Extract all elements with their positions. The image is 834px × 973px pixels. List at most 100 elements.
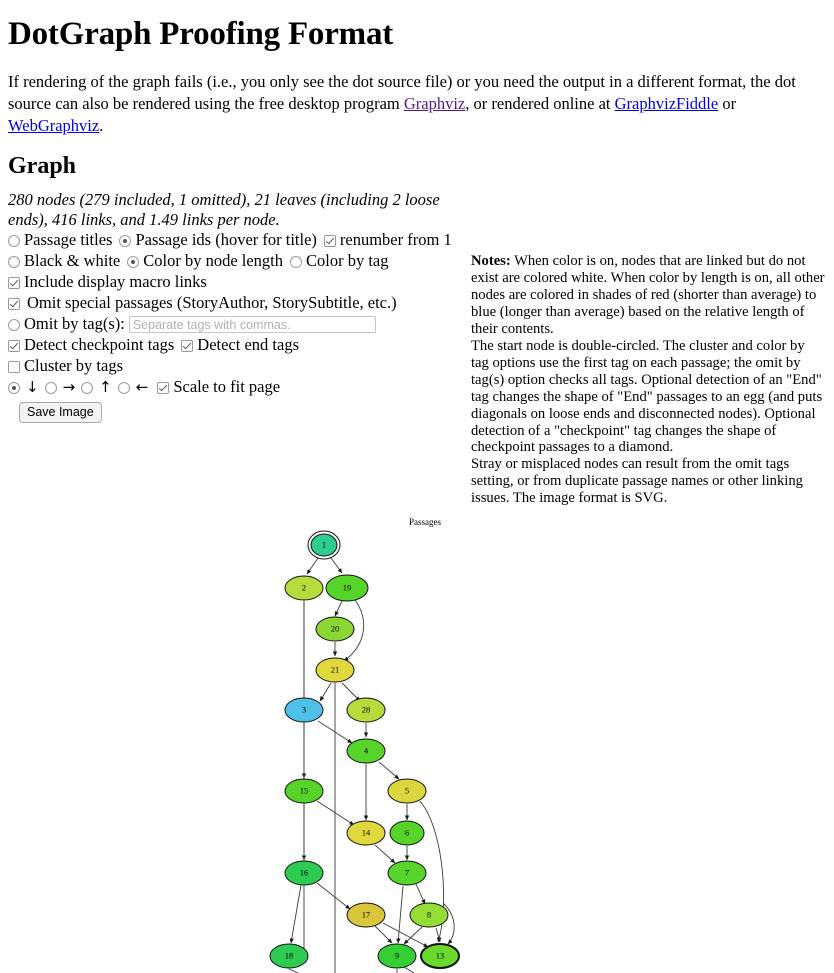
graph-node-label: 21 xyxy=(331,665,340,675)
intro-paragraph: If rendering of the graph fails (i.e., y… xyxy=(8,71,826,137)
arrow-left-icon: ← xyxy=(135,378,149,397)
graph-node[interactable]: 8 xyxy=(409,902,449,928)
color-mode-row: Black & white Color by node length Color… xyxy=(8,251,463,272)
graph-edge xyxy=(396,886,404,944)
scale-to-fit-checkbox[interactable] xyxy=(157,381,170,394)
passage-titles-label[interactable]: Passage titles xyxy=(24,230,112,250)
graph-edge xyxy=(330,557,343,574)
graph-edge xyxy=(378,761,400,780)
graph-node[interactable]: 4 xyxy=(346,738,386,764)
cluster-by-tags-row: Cluster by tags xyxy=(8,356,463,377)
omit-by-tags-radio[interactable] xyxy=(8,318,20,331)
graph-node[interactable]: 5 xyxy=(387,778,427,804)
include-macro-links-checkbox[interactable] xyxy=(8,276,20,289)
direction-up-radio[interactable] xyxy=(81,381,94,394)
graph-node-label: 5 xyxy=(405,786,409,796)
renumber-checkbox[interactable] xyxy=(323,234,336,247)
graph-edge xyxy=(289,885,302,944)
graph-node-label: 6 xyxy=(405,828,409,838)
graph-node[interactable]: 16 xyxy=(284,860,324,886)
graph-node[interactable]: 15 xyxy=(284,778,324,804)
notes-paragraph-1: Notes: When color is on, nodes that are … xyxy=(471,253,826,338)
detect-checkpoint-tags-checkbox[interactable] xyxy=(8,339,20,352)
detect-tags-row: Detect checkpoint tags Detect end tags xyxy=(8,335,463,356)
graph-node[interactable]: 21 xyxy=(315,657,355,683)
graph-node[interactable]: 1 xyxy=(307,530,341,560)
graphvizfiddle-link[interactable]: GraphvizFiddle xyxy=(615,94,719,113)
arrow-right-icon: → xyxy=(62,378,76,397)
color-by-node-length-radio[interactable] xyxy=(127,255,140,268)
passage-titles-radio[interactable] xyxy=(8,234,20,247)
black-white-label[interactable]: Black & white xyxy=(24,251,120,271)
omit-tags-input[interactable] xyxy=(128,316,376,334)
graph-edge xyxy=(319,682,332,702)
cluster-by-tags-checkbox[interactable] xyxy=(8,360,20,373)
graph-node-label: 14 xyxy=(362,828,371,838)
webgraphviz-link[interactable]: WebGraphviz xyxy=(8,116,99,135)
label-mode-row: Passage titles Passage ids (hover for ti… xyxy=(8,230,463,251)
color-by-tag-label[interactable]: Color by tag xyxy=(306,251,389,271)
direction-down-radio[interactable] xyxy=(8,381,20,394)
include-macro-row: Include display macro links xyxy=(8,272,463,293)
passage-ids-label[interactable]: Passage ids (hover for title) xyxy=(135,230,316,250)
graph-node-label: 20 xyxy=(331,624,340,634)
graph-node-label: 7 xyxy=(405,868,409,878)
graph-title-label: Passages xyxy=(409,517,441,527)
omit-special-passages-label[interactable]: Omit special passages (StoryAuthor, Stor… xyxy=(27,293,397,313)
graph-node-label: 9 xyxy=(395,951,399,961)
graph-node-label: 2 xyxy=(302,583,306,593)
graph-node[interactable]: 2 xyxy=(284,575,324,601)
direction-left-radio[interactable] xyxy=(117,381,130,394)
color-by-tag-radio[interactable] xyxy=(290,255,303,268)
intro-text-mid: , or rendered online at xyxy=(465,94,615,114)
graph-node[interactable]: 3 xyxy=(284,697,324,723)
graph-node[interactable]: 13 xyxy=(420,943,460,970)
controls-and-notes: 280 nodes (279 included, 1 omitted), 21 … xyxy=(8,190,826,507)
graph-edge xyxy=(403,966,415,973)
graph-node[interactable]: 20 xyxy=(315,616,355,642)
graph-node-label: 17 xyxy=(362,910,371,920)
notes-paragraph-2: The start node is double-circled. The cl… xyxy=(471,337,823,456)
omit-special-passages-checkbox[interactable] xyxy=(8,297,20,310)
graph-node[interactable]: 18 xyxy=(269,943,309,969)
graph-edge xyxy=(374,844,396,864)
color-by-node-length-label[interactable]: Color by node length xyxy=(143,251,283,271)
save-image-button[interactable]: Save Image xyxy=(19,402,102,424)
passage-ids-radio[interactable] xyxy=(119,234,132,247)
graph-edge xyxy=(374,925,393,944)
notes-text-1: When color is on, nodes that are linked … xyxy=(471,253,825,338)
graph-node-label: 1 xyxy=(322,540,326,550)
detect-end-tags-label[interactable]: Detect end tags xyxy=(197,335,299,355)
graphviz-link[interactable]: Graphviz xyxy=(404,94,465,113)
intro-text-end: . xyxy=(99,116,104,136)
omit-special-row: Omit special passages (StoryAuthor, Stor… xyxy=(8,293,463,314)
graph-edge xyxy=(341,682,361,702)
graph-node[interactable]: 9 xyxy=(377,943,417,969)
graph-node-label: 16 xyxy=(300,868,309,878)
arrow-up-icon: ↑ xyxy=(99,378,112,397)
omit-by-tags-label[interactable]: Omit by tag(s): xyxy=(24,314,125,334)
scale-to-fit-label[interactable]: Scale to fit page xyxy=(173,377,280,397)
graph-node[interactable]: 7 xyxy=(387,860,427,886)
direction-right-radio[interactable] xyxy=(44,381,57,394)
passages-graph-svg[interactable]: 1 2 19 20 21 3 28 4 15 5 14 6 16 7 17 8 18 9 13 Passages xyxy=(8,513,834,973)
intro-text-or: or xyxy=(718,94,737,114)
detect-end-tags-checkbox[interactable] xyxy=(181,339,194,352)
graph-node[interactable]: 14 xyxy=(346,820,386,846)
graph-edge xyxy=(316,882,351,910)
graph-node[interactable]: 19 xyxy=(325,574,369,602)
renumber-label[interactable]: renumber from 1 xyxy=(340,230,452,250)
graph-edge xyxy=(288,968,299,973)
graph-node[interactable]: 28 xyxy=(346,697,386,723)
graph-node[interactable]: 6 xyxy=(389,820,425,846)
graph-node-label: 8 xyxy=(427,910,431,920)
black-white-radio[interactable] xyxy=(8,255,20,268)
include-macro-links-label[interactable]: Include display macro links xyxy=(24,272,207,292)
cluster-by-tags-label[interactable]: Cluster by tags xyxy=(24,356,123,376)
direction-row: ↓ → ↑ ← Scale to fit page xyxy=(8,377,463,398)
omit-by-tags-row: Omit by tag(s): xyxy=(8,314,463,335)
graph-node[interactable]: 17 xyxy=(346,902,386,928)
graph-edge xyxy=(334,600,343,617)
graph-node-label: 19 xyxy=(343,583,352,593)
detect-checkpoint-tags-label[interactable]: Detect checkpoint tags xyxy=(24,335,174,355)
